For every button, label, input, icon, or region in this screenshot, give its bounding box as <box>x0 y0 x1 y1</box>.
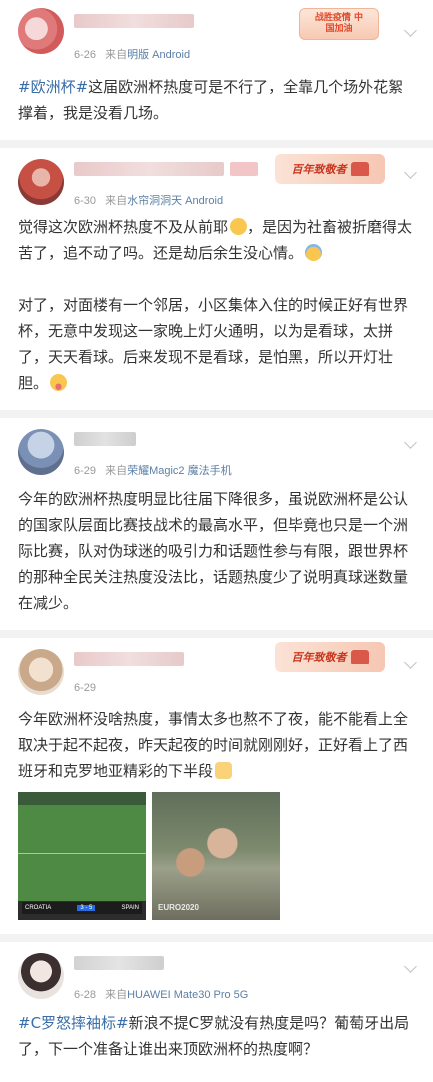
level-icon <box>230 162 258 176</box>
fan-badge[interactable]: 战胜疫情 中国加油 <box>299 8 379 40</box>
post-meta: 6-29 来自荣耀Magic2 魔法手机 <box>74 462 232 478</box>
euro-banner: EURO2020 <box>158 903 199 912</box>
avatar[interactable] <box>18 649 64 695</box>
post-body: 今年的欧洲杯热度明显比往届下降很多，虽说欧洲杯是公认的国家队层面比赛技战术的最高… <box>18 490 409 612</box>
username-blurred[interactable] <box>74 652 184 666</box>
avatar[interactable] <box>18 429 64 475</box>
fan-badge[interactable]: 百年致敬者 <box>275 154 385 184</box>
username-blurred[interactable] <box>74 432 136 446</box>
post-body-3: 对了，对面楼有一个邻居，小区集体入住的时候正好有世界杯，无意中发现这一家晚上灯火… <box>18 296 409 392</box>
avatar[interactable] <box>18 953 64 999</box>
post-text: #C罗怒摔袖标#新浪不提C罗就没有热度是吗？葡萄牙出局了，下一个准备让谁出来顶欧… <box>18 1010 415 1062</box>
username-blurred[interactable] <box>74 956 164 970</box>
post-header: 6-28 来自HUAWEI Mate30 Pro 5G <box>18 942 417 1002</box>
post-5: 6-28 来自HUAWEI Mate30 Pro 5G #C罗怒摔袖标#新浪不提… <box>0 942 433 1082</box>
post-body: 今年欧洲杯没啥热度，事情太多也熬不了夜，能不能看上全取决于起不起夜，昨天起夜的时… <box>18 710 409 780</box>
post-text: 今年欧洲杯没啥热度，事情太多也熬不了夜，能不能看上全取决于起不起夜，昨天起夜的时… <box>18 706 415 784</box>
post-meta: 6-30 来自水帘洞洞天 Android <box>74 192 223 208</box>
pitch-line <box>18 853 146 855</box>
post-images: CROATIA 3 - 5 SPAIN EURO2020 <box>18 792 415 920</box>
post-source[interactable]: 荣耀Magic2 魔法手机 <box>127 465 232 477</box>
post-source[interactable]: 水帘洞洞天 Android <box>127 195 223 207</box>
chevron-down-icon[interactable] <box>404 166 417 179</box>
username-blurred[interactable] <box>74 14 194 28</box>
victory-hand-emoji-icon <box>215 762 233 779</box>
cake-icon <box>350 650 369 664</box>
source-prefix: 来自 <box>105 49 128 61</box>
image-football-pitch[interactable]: CROATIA 3 - 5 SPAIN <box>18 792 146 920</box>
post-text: #欧洲杯#这届欧洲杯热度可是不行了，全靠几个场外花絮撑着，我是没看几场。 <box>18 74 415 126</box>
post-date: 6-26 <box>74 49 97 61</box>
sweat-emoji-icon <box>305 244 323 261</box>
hashtag-link[interactable]: #欧洲杯# <box>18 78 88 96</box>
tongue-emoji-icon <box>50 374 68 391</box>
thinking-emoji-icon <box>230 218 248 235</box>
username-blurred[interactable] <box>74 162 224 176</box>
avatar[interactable] <box>18 159 64 205</box>
post-3: 6-29 来自荣耀Magic2 魔法手机 今年的欧洲杯热度明显比往届下降很多，虽… <box>0 418 433 630</box>
post-meta: 6-29 <box>74 682 96 694</box>
post-date: 6-29 <box>74 465 97 477</box>
post-date: 6-28 <box>74 989 97 1001</box>
post-meta: 6-26 来自明版 Android <box>74 46 190 62</box>
fan-badge[interactable]: 百年致敬者 <box>275 642 385 672</box>
post-2: 6-30 来自水帘洞洞天 Android 百年致敬者 觉得这次欧洲杯热度不及从前… <box>0 148 433 410</box>
post-4: 6-29 百年致敬者 今年欧洲杯没啥热度，事情太多也熬不了夜，能不能看上全取决于… <box>0 638 433 934</box>
post-header: 6-29 百年致敬者 <box>18 638 417 696</box>
scoreboard: CROATIA 3 - 5 SPAIN <box>22 902 142 914</box>
post-source[interactable]: 明版 Android <box>127 49 190 61</box>
image-players-celebrating[interactable]: EURO2020 <box>152 792 280 920</box>
post-1: 6-26 来自明版 Android 战胜疫情 中国加油 #欧洲杯#这届欧洲杯热度… <box>0 0 433 140</box>
chevron-down-icon[interactable] <box>404 656 417 669</box>
post-source[interactable]: HUAWEI Mate30 Pro 5G <box>127 989 248 1001</box>
post-date: 6-30 <box>74 195 97 207</box>
post-header: 6-26 来自明版 Android 战胜疫情 中国加油 <box>18 0 417 61</box>
post-body-1: 觉得这次欧洲杯热度不及从前耶 <box>18 218 229 236</box>
post-header: 6-29 来自荣耀Magic2 魔法手机 <box>18 418 417 478</box>
source-prefix: 来自 <box>105 465 128 477</box>
avatar[interactable] <box>18 8 64 54</box>
cake-icon <box>350 162 369 176</box>
post-text: 觉得这次欧洲杯热度不及从前耶 ，是因为社畜被折磨得太苦了，追不动了吗。还是劫后余生… <box>18 214 415 396</box>
source-prefix: 来自 <box>105 195 128 207</box>
post-text: 今年的欧洲杯热度明显比往届下降很多，虽说欧洲杯是公认的国家队层面比赛技战术的最高… <box>18 486 415 616</box>
hashtag-link[interactable]: #C罗怒摔袖标# <box>18 1014 129 1032</box>
post-meta: 6-28 来自HUAWEI Mate30 Pro 5G <box>74 986 248 1002</box>
chevron-down-icon[interactable] <box>404 24 417 37</box>
chevron-down-icon[interactable] <box>404 436 417 449</box>
post-date: 6-29 <box>74 682 97 694</box>
post-header: 6-30 来自水帘洞洞天 Android 百年致敬者 <box>18 148 417 208</box>
source-prefix: 来自 <box>105 989 128 1001</box>
chevron-down-icon[interactable] <box>404 960 417 973</box>
